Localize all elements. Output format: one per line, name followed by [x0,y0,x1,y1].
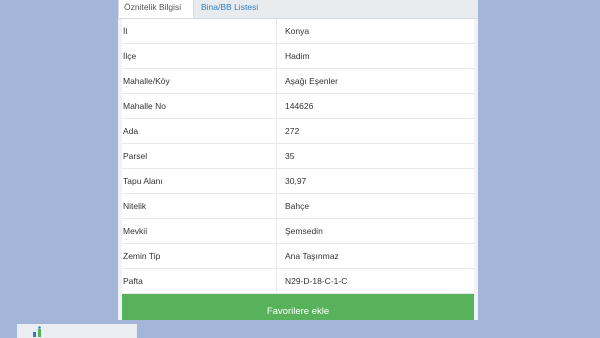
table-row: Zemin Tip Ana Taşınmaz [122,244,474,269]
table-row: Ada 272 [122,119,474,144]
attribute-value: Şemsedin [285,226,323,236]
tab-attribute-info[interactable]: Öznitelik Bilgisi [118,0,194,18]
table-row: İl Konya [122,19,474,44]
attribute-value: Hadim [285,51,310,61]
tab-bar: Öznitelik Bilgisi Bina/BB Listesi [118,0,478,19]
attribute-label: İl [123,19,277,43]
attribute-label: İlçe [123,44,277,68]
attribute-table: İl Konya İlçe Hadim Mahalle/Köy Aşağı Eş… [122,19,474,294]
attribute-value: 144626 [285,101,314,111]
table-row: Mahalle/Köy Aşağı Eşenler [122,69,474,94]
tab-building-list[interactable]: Bina/BB Listesi [198,0,288,18]
attribute-label: Pafta [123,269,277,293]
attribute-value: Bahçe [285,201,310,211]
attribute-label: Mevkii [123,219,277,243]
table-row: İlçe Hadim [122,44,474,69]
table-row: Mahalle No 144626 [122,94,474,119]
add-to-favorites-button[interactable]: Favorilere ekle [122,294,474,320]
attribute-value: Aşağı Eşenler [285,76,338,86]
table-row: Tapu Alanı 30,97 [122,169,474,194]
attribute-label: Nitelik [123,194,277,218]
table-row: Mevkii Şemsedin [122,219,474,244]
attribute-value: 272 [285,126,300,136]
attribute-value: 35 [285,151,295,161]
attribute-value: Ana Taşınmaz [285,251,339,261]
attribute-label: Tapu Alanı [123,169,277,193]
table-row: Parsel 35 [122,144,474,169]
attribute-value: 30,97 [285,176,307,186]
info-panel: Öznitelik Bilgisi Bina/BB Listesi İl Kon… [118,0,478,320]
table-row: Pafta N29-D-18-C-1-C [122,269,474,294]
table-row: Nitelik Bahçe [122,194,474,219]
attribute-label: Parsel [123,144,277,168]
attribute-label: Mahalle/Köy [123,69,277,93]
attribute-label: Ada [123,119,277,143]
attribute-label: Zemin Tip [123,244,277,268]
attribute-label: Mahalle No [123,94,277,118]
attribute-value: N29-D-18-C-1-C [285,276,348,286]
attribute-value: Konya [285,26,310,36]
logo [17,324,137,338]
